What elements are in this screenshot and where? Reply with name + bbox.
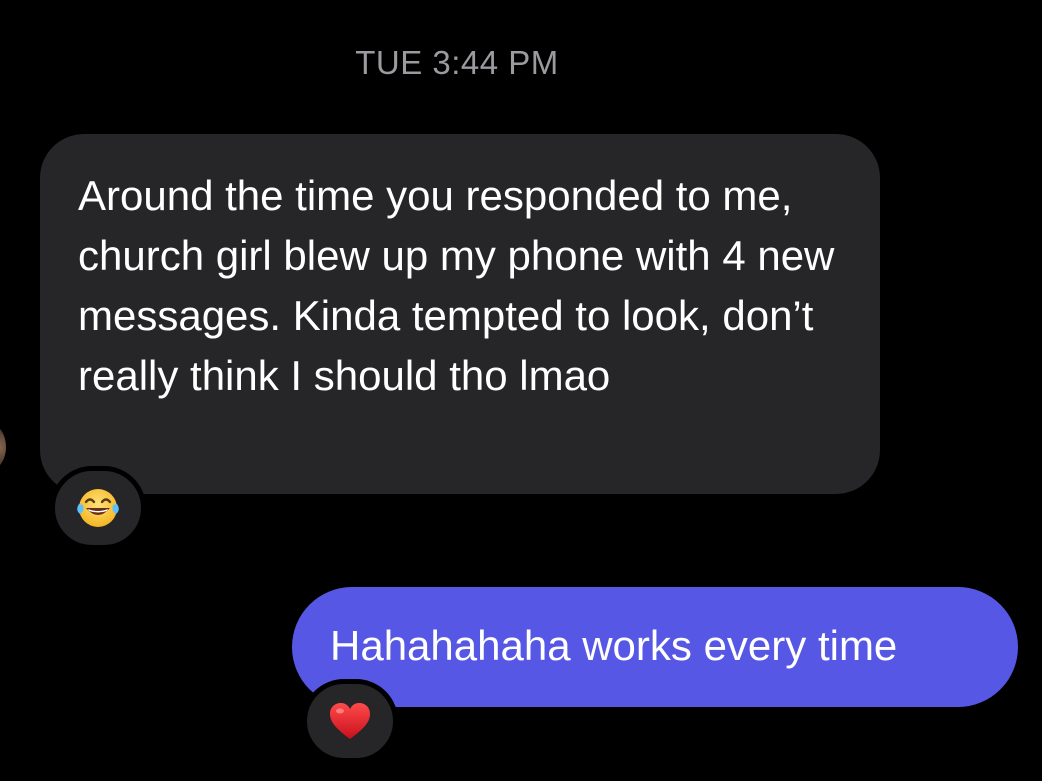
sender-avatar[interactable] — [0, 425, 6, 469]
incoming-message-bubble[interactable]: Around the time you responded to me, chu… — [40, 134, 880, 494]
outgoing-message-bubble[interactable]: Hahahahaha works every time — [292, 587, 1018, 707]
red-heart-icon — [330, 703, 370, 739]
chat-thread[interactable]: TUE 3:44 PM Around the time you responde… — [0, 0, 1042, 781]
outgoing-message-reaction[interactable] — [302, 679, 398, 763]
incoming-message-reaction[interactable] — [50, 466, 146, 550]
message-timestamp: TUE 3:44 PM — [355, 44, 559, 81]
face-with-tears-of-joy-icon — [77, 489, 119, 527]
